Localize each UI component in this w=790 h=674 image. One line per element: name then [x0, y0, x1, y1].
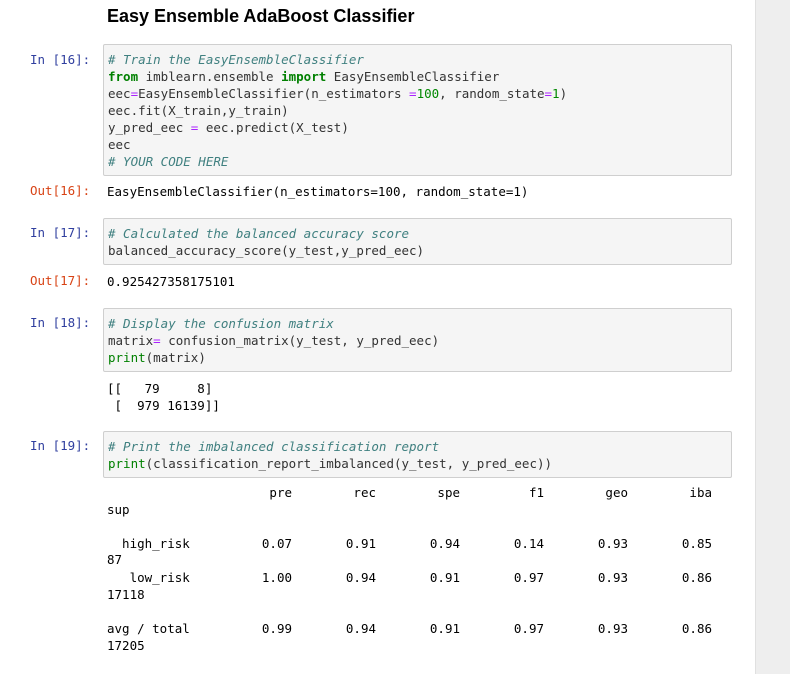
- report-header-sup: sup: [107, 502, 130, 517]
- report-header: spe: [437, 485, 460, 500]
- report-row-label: high_risk: [107, 536, 190, 551]
- code-line: # Display the confusion matrix: [108, 316, 334, 331]
- in-prompt-17: In [17]:: [30, 225, 91, 240]
- report-row-label: low_risk: [107, 570, 190, 585]
- report-row-support: 17205: [107, 638, 145, 653]
- code-line: print(matrix): [108, 350, 206, 365]
- report-cell: 0.97: [513, 570, 544, 585]
- code-line: print(classification_report_imbalanced(y…: [108, 456, 553, 471]
- report-cell: 0.14: [513, 536, 544, 551]
- report-header: rec: [353, 485, 376, 500]
- out-prompt-17: Out[17]:: [30, 273, 91, 288]
- report-cell: 0.99: [261, 621, 292, 636]
- report-cell: 0.91: [429, 570, 460, 585]
- code-cell-18[interactable]: # Display the confusion matrix matrix= c…: [103, 308, 732, 372]
- code-line: matrix= confusion_matrix(y_test, y_pred_…: [108, 333, 440, 348]
- out-prompt-16: Out[16]:: [30, 183, 91, 198]
- report-cell: 0.94: [429, 536, 460, 551]
- in-prompt-18: In [18]:: [30, 315, 91, 330]
- report-cell: 1.00: [261, 570, 292, 585]
- in-prompt-16: In [16]:: [30, 52, 91, 67]
- report-cell: 0.94: [345, 621, 376, 636]
- code-line: # YOUR CODE HERE: [108, 154, 229, 169]
- code-line: # Train the EasyEnsembleClassifier: [108, 52, 364, 67]
- report-cell: 0.91: [345, 536, 376, 551]
- code-line: balanced_accuracy_score(y_test,y_pred_ee…: [108, 243, 425, 258]
- in-prompt-19: In [19]:: [30, 438, 91, 453]
- code-line: # Calculated the balanced accuracy score: [108, 226, 410, 241]
- code-line: y_pred_eec = eec.predict(X_test): [108, 120, 349, 135]
- report-header: geo: [605, 485, 628, 500]
- output-16: EasyEnsembleClassifier(n_estimators=100,…: [107, 184, 529, 199]
- report-cell: 0.97: [513, 621, 544, 636]
- code-cell-16[interactable]: # Train the EasyEnsembleClassifier from …: [103, 44, 732, 176]
- code-cell-19[interactable]: # Print the imbalanced classification re…: [103, 431, 732, 478]
- code-line: from imblearn.ensemble import EasyEnsemb…: [108, 69, 500, 84]
- code-line: eec: [108, 137, 131, 152]
- code-line: # Print the imbalanced classification re…: [108, 439, 440, 454]
- report-cell: 0.85: [681, 536, 712, 551]
- section-heading: Easy Ensemble AdaBoost Classifier: [107, 6, 415, 26]
- report-cell: 0.86: [681, 570, 712, 585]
- report-cell: 0.93: [597, 536, 628, 551]
- report-header: iba: [689, 485, 712, 500]
- scrollbar[interactable]: [755, 0, 790, 674]
- report-cell: 0.93: [597, 570, 628, 585]
- output-17: 0.925427358175101: [107, 274, 235, 289]
- report-row-support: 87: [107, 552, 123, 567]
- report-cell: 0.91: [429, 621, 460, 636]
- report-header: f1: [528, 485, 544, 500]
- report-cell: 0.86: [681, 621, 712, 636]
- report-row-support: 17118: [107, 587, 145, 602]
- notebook: Easy Ensemble AdaBoost Classifier In [16…: [0, 0, 755, 674]
- report-header: pre: [269, 485, 292, 500]
- report-cell: 0.07: [261, 536, 292, 551]
- code-cell-17[interactable]: # Calculated the balanced accuracy score…: [103, 218, 732, 265]
- report-cell: 0.93: [597, 621, 628, 636]
- report-cell: 0.94: [345, 570, 376, 585]
- output-18-line-1: [[ 79 8]: [107, 381, 213, 396]
- output-18-line-2: [ 979 16139]]: [107, 398, 220, 413]
- report-row-label: avg / total: [107, 621, 190, 636]
- code-line: eec=EasyEnsembleClassifier(n_estimators …: [108, 86, 568, 101]
- code-line: eec.fit(X_train,y_train): [108, 103, 289, 118]
